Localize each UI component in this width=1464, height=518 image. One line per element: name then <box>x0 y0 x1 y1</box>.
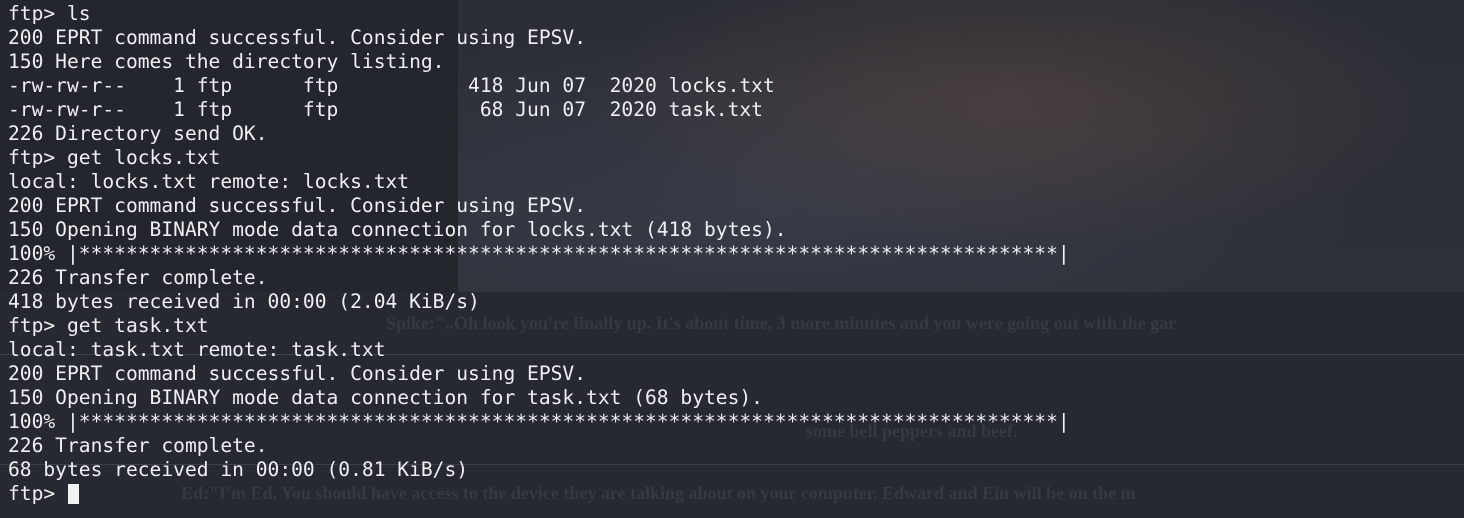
terminal-line: 150 Opening BINARY mode data connection … <box>8 386 763 409</box>
terminal-line: ftp> get task.txt <box>8 314 209 337</box>
terminal-line: local: locks.txt remote: locks.txt <box>8 170 410 193</box>
screen: Spike:"..Oh look you're finally up. It's… <box>0 0 1464 518</box>
terminal-line: 200 EPRT command successful. Consider us… <box>8 26 587 49</box>
ftp-prompt: ftp> <box>8 482 67 505</box>
terminal-line: 200 EPRT command successful. Consider us… <box>8 362 587 385</box>
terminal-line: 226 Directory send OK. <box>8 122 268 145</box>
progress-bar-line: 100% |**********************************… <box>8 410 1070 433</box>
terminal-line: 418 bytes received in 00:00 (2.04 KiB/s) <box>8 290 480 313</box>
terminal-line: -rw-rw-r-- 1 ftp ftp 68 Jun 07 2020 task… <box>8 98 763 121</box>
terminal-line: 226 Transfer complete. <box>8 266 268 289</box>
terminal-line: 68 bytes received in 00:00 (0.81 KiB/s) <box>8 458 469 481</box>
terminal-line: local: task.txt remote: task.txt <box>8 338 386 361</box>
prompt-line[interactable]: ftp> <box>8 482 79 506</box>
terminal-line: 200 EPRT command successful. Consider us… <box>8 194 587 217</box>
terminal-output[interactable]: ftp> ls 200 EPRT command successful. Con… <box>0 0 1464 518</box>
terminal-line: ftp> ls <box>8 2 91 25</box>
progress-bar-line: 100% |**********************************… <box>8 242 1070 265</box>
terminal-line: ftp> get locks.txt <box>8 146 221 169</box>
terminal-line: 226 Transfer complete. <box>8 434 268 457</box>
terminal-line: 150 Opening BINARY mode data connection … <box>8 218 787 241</box>
terminal-line: -rw-rw-r-- 1 ftp ftp 418 Jun 07 2020 loc… <box>8 74 775 97</box>
text-cursor[interactable] <box>67 484 79 504</box>
terminal-line: 150 Here comes the directory listing. <box>8 50 445 73</box>
